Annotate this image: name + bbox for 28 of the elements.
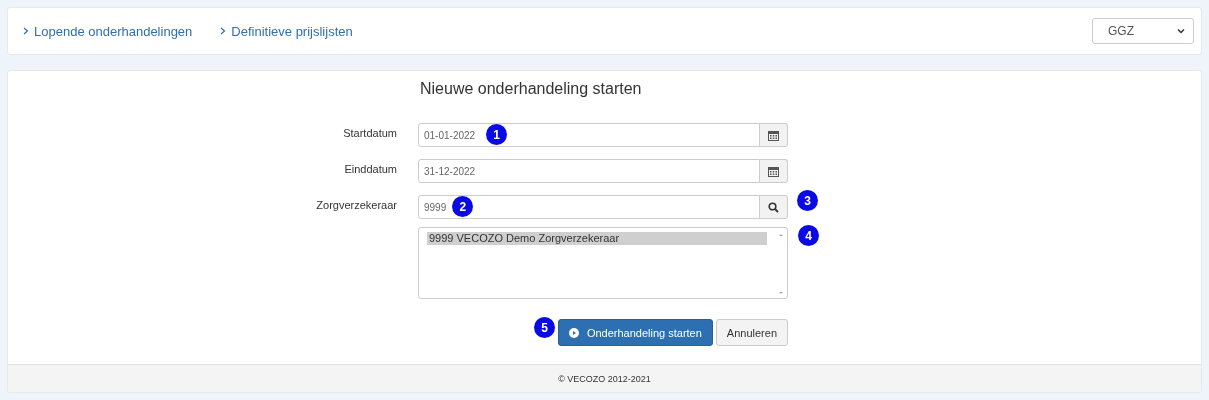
number-marker: 5 (534, 317, 555, 338)
calendar-button[interactable] (760, 159, 788, 183)
field-label: Einddatum (343, 163, 397, 175)
search-button[interactable] (760, 195, 788, 219)
copyright-text: © VECOZO 2012-2021 (558, 373, 651, 384)
domain-select[interactable]: GGZ (1092, 18, 1194, 44)
number-marker: 2 (452, 196, 474, 217)
scrollbar-arrows-icon (777, 231, 785, 297)
chevron-icon (23, 27, 29, 35)
list-option[interactable]: 9999 VECOZO Demo Zorgverzekeraar (427, 232, 767, 245)
cancel-button[interactable]: Annuleren (715, 319, 788, 346)
number-marker: 4 (798, 225, 819, 246)
chevron-icon (220, 27, 227, 35)
play-icon (568, 327, 579, 338)
calendar-icon (768, 165, 779, 177)
calendar-icon (768, 129, 779, 141)
chevron-down-icon (1177, 28, 1185, 34)
date-field[interactable]: 31-12-2022 (418, 159, 760, 183)
calendar-button[interactable] (760, 123, 788, 147)
nav-link[interactable]: Lopende onderhandelingen (23, 23, 193, 39)
form-title: Nieuwe onderhandeling starten (420, 80, 643, 99)
start-button[interactable]: Onderhandeling starten (557, 319, 713, 346)
number-marker: 3 (797, 190, 818, 211)
nav-link[interactable]: Definitieve prijslijsten (220, 23, 353, 39)
number-marker: 1 (486, 124, 507, 145)
field-label: Startdatum (342, 127, 397, 139)
search-icon (768, 201, 779, 213)
field-label: Zorgverzekeraar (315, 199, 397, 211)
